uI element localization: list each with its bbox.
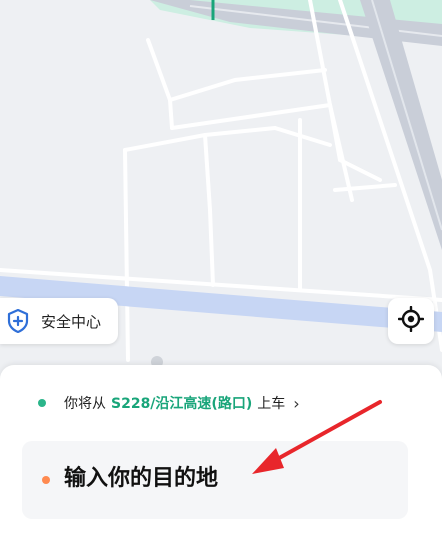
destination-placeholder: 输入你的目的地 — [64, 466, 219, 491]
locate-button[interactable] — [388, 298, 434, 344]
pickup-dot-icon — [38, 399, 46, 407]
chevron-right-icon: › — [293, 393, 300, 413]
locate-crosshair-icon — [397, 305, 425, 336]
pickup-point-row[interactable]: 你将从 S228/沿江高速(路口) 上车 › — [38, 391, 300, 415]
destination-input[interactable]: 输入你的目的地 — [22, 441, 408, 519]
safety-center-label: 安全中心 — [41, 312, 102, 331]
pickup-location: S228/沿江高速(路口) — [111, 396, 253, 412]
shield-plus-icon — [6, 309, 30, 333]
pickup-suffix: 上车 — [257, 396, 286, 412]
bottom-sheet: 你将从 S228/沿江高速(路口) 上车 › 输入你的目的地 — [0, 365, 442, 535]
pickup-prefix: 你将从 — [64, 396, 106, 412]
safety-center-button[interactable]: 安全中心 — [0, 298, 118, 344]
destination-dot-icon — [42, 476, 50, 484]
